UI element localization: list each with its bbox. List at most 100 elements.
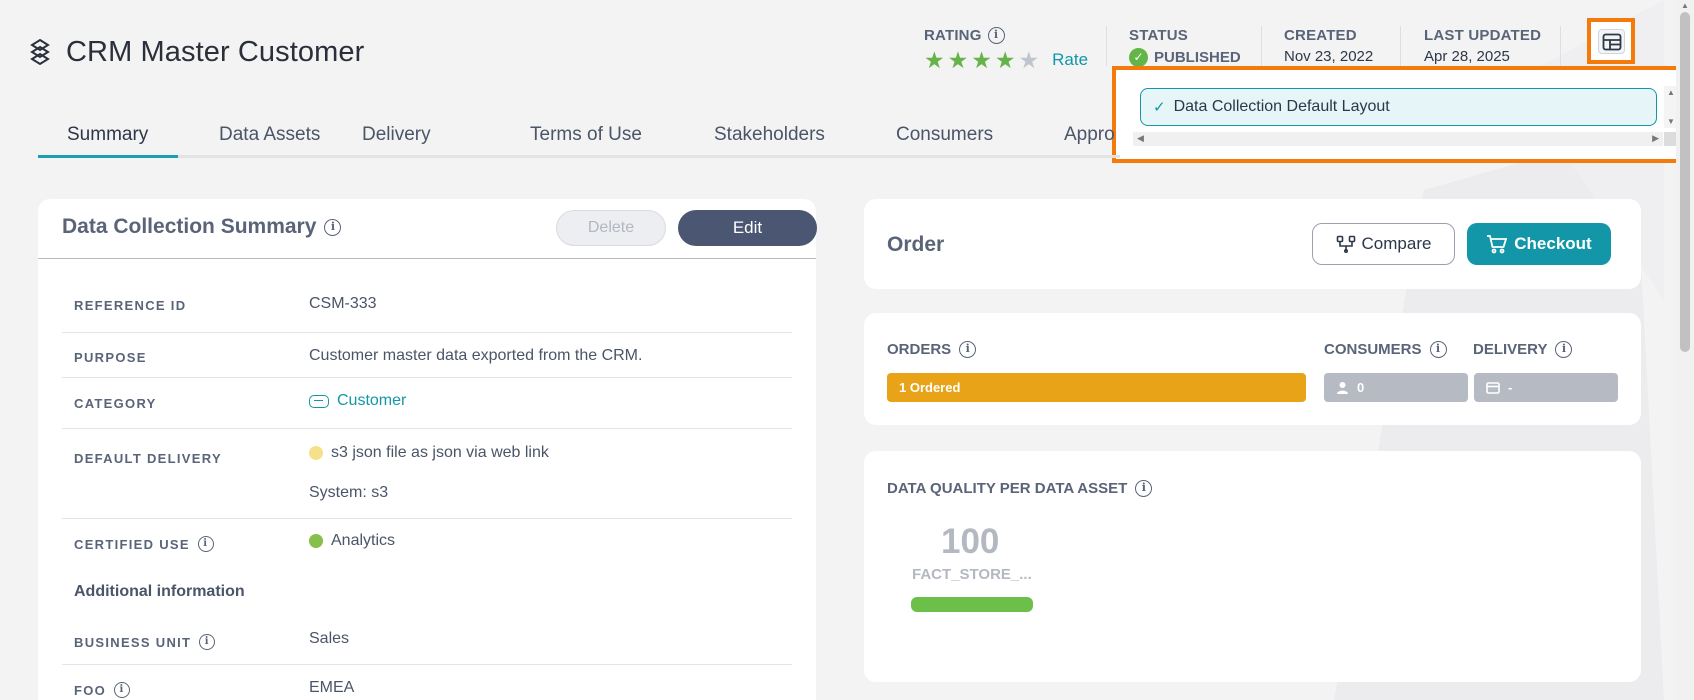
field-foo: FOO i EMEA bbox=[62, 665, 792, 700]
last-updated-label: LAST UPDATED bbox=[1424, 27, 1542, 44]
compare-label: Compare bbox=[1361, 234, 1432, 253]
field-label: FOO bbox=[74, 682, 107, 698]
field-value: EMEA bbox=[309, 679, 355, 696]
tab-terms-of-use[interactable]: Terms of Use bbox=[530, 124, 642, 146]
consumers-bar[interactable]: 0 bbox=[1324, 373, 1468, 402]
tab-bar: Summary Data Assets Delivery Terms of Us… bbox=[38, 108, 1120, 158]
field-value: CSM-333 bbox=[309, 295, 377, 312]
compare-icon bbox=[1336, 235, 1355, 253]
delivery-status-dot bbox=[309, 446, 323, 460]
additional-information-heading: Additional information bbox=[74, 583, 245, 600]
order-title: Order bbox=[887, 233, 945, 256]
layout-option[interactable]: ✓ Data Collection Default Layout bbox=[1140, 88, 1657, 126]
delivery-info-icon[interactable]: i bbox=[1555, 341, 1573, 358]
data-quality-card: DATA QUALITY PER DATA ASSET i 100 FACT_S… bbox=[864, 451, 1641, 682]
field-value: Sales bbox=[309, 630, 350, 647]
active-tab-indicator bbox=[38, 155, 178, 158]
field-value: s3 json file as json via web link bbox=[331, 444, 549, 461]
layers-logo-icon bbox=[30, 38, 50, 66]
divider bbox=[1261, 26, 1262, 66]
check-circle-icon: ✓ bbox=[1129, 48, 1148, 67]
tab-delivery[interactable]: Delivery bbox=[362, 124, 431, 146]
business-unit-info-icon[interactable]: i bbox=[199, 634, 216, 650]
order-card: Order Compare Checkout bbox=[864, 199, 1641, 289]
last-updated-block: LAST UPDATED Apr 28, 2025 bbox=[1424, 27, 1541, 65]
certified-use-info-icon[interactable]: i bbox=[197, 536, 214, 552]
divider bbox=[1560, 26, 1561, 66]
cart-icon bbox=[1487, 235, 1508, 254]
summary-info-icon[interactable]: i bbox=[324, 218, 342, 236]
tag-icon bbox=[309, 394, 329, 408]
checkout-button[interactable]: Checkout bbox=[1467, 223, 1611, 265]
field-label: PURPOSE bbox=[74, 350, 147, 365]
layout-button-highlight bbox=[1587, 18, 1635, 64]
field-value: Analytics bbox=[331, 532, 396, 549]
layout-button[interactable] bbox=[1598, 29, 1625, 54]
divider bbox=[1400, 26, 1401, 66]
orders-info-icon[interactable]: i bbox=[959, 341, 977, 358]
field-purpose: PURPOSE Customer master data exported fr… bbox=[62, 333, 792, 378]
consumers-info-icon[interactable]: i bbox=[1429, 341, 1447, 358]
rate-link[interactable]: Rate bbox=[1052, 50, 1088, 70]
star-icon[interactable]: ★ bbox=[995, 49, 1016, 72]
star-empty-icon[interactable]: ★ bbox=[1019, 49, 1040, 72]
tab-summary[interactable]: Summary bbox=[67, 124, 148, 146]
field-default-delivery: DEFAULT DELIVERY s3 json file as json vi… bbox=[62, 429, 792, 519]
delivery-label: DELIVERY bbox=[1473, 341, 1548, 358]
created-value: Nov 23, 2022 bbox=[1284, 48, 1374, 65]
delete-button[interactable]: Delete bbox=[556, 210, 666, 246]
orders-bar[interactable]: 1 Ordered bbox=[887, 373, 1306, 402]
orders-label: ORDERS bbox=[887, 341, 952, 358]
compare-button[interactable]: Compare bbox=[1312, 223, 1455, 265]
checkout-label: Checkout bbox=[1514, 234, 1592, 253]
divider bbox=[1106, 26, 1107, 66]
order-stats-card: ORDERS i CONSUMERS i DELIVERY i 1 Ordere… bbox=[864, 313, 1641, 425]
tab-consumers[interactable]: Consumers bbox=[896, 124, 993, 146]
data-quality-title: DATA QUALITY PER DATA ASSET bbox=[887, 480, 1128, 497]
dropdown-horizontal-scrollbar[interactable]: ◀ ▶ bbox=[1133, 132, 1663, 146]
field-label: DEFAULT DELIVERY bbox=[74, 451, 222, 466]
delivery-value: - bbox=[1508, 380, 1513, 395]
star-icon[interactable]: ★ bbox=[924, 49, 945, 72]
rating-stars[interactable]: ★ ★ ★ ★ ★ Rate bbox=[924, 49, 1088, 72]
field-business-unit: BUSINESS UNIT i Sales bbox=[62, 613, 792, 665]
orders-bar-text: 1 Ordered bbox=[899, 380, 961, 395]
delivery-system: System: s3 bbox=[309, 484, 389, 501]
calendar-icon bbox=[1486, 382, 1500, 394]
layout-dropdown-list[interactable]: ✓ Data Collection Default Layout ▲ ▼ ◀ ▶ bbox=[1123, 76, 1680, 156]
field-label: BUSINESS UNIT bbox=[74, 634, 192, 650]
edit-button[interactable]: Edit bbox=[678, 210, 817, 246]
rating-info-icon[interactable]: i bbox=[987, 27, 1005, 44]
data-quality-score: 100 bbox=[941, 522, 1000, 561]
field-label: CERTIFIED USE bbox=[74, 536, 190, 552]
user-icon bbox=[1337, 382, 1348, 394]
layout-option-label: Data Collection Default Layout bbox=[1173, 98, 1390, 115]
field-reference-id: REFERENCE ID CSM-333 bbox=[62, 275, 792, 333]
tab-stakeholders[interactable]: Stakeholders bbox=[714, 124, 825, 146]
scrollbar-thumb[interactable] bbox=[1680, 12, 1690, 352]
data-quality-bar bbox=[911, 597, 1033, 612]
data-quality-info-icon[interactable]: i bbox=[1135, 480, 1153, 497]
created-label: CREATED bbox=[1284, 27, 1357, 44]
status-block: STATUS ✓ PUBLISHED bbox=[1129, 27, 1241, 67]
category-link[interactable]: Customer bbox=[337, 392, 406, 410]
summary-card-header: Data Collection Summary i Delete Edit bbox=[38, 199, 817, 259]
data-collection-summary-card: Data Collection Summary i Delete Edit RE… bbox=[38, 199, 817, 700]
field-label: CATEGORY bbox=[74, 396, 157, 411]
field-label: REFERENCE ID bbox=[74, 298, 187, 313]
tab-approvals[interactable]: Appro bbox=[1064, 124, 1115, 146]
tab-data-assets[interactable]: Data Assets bbox=[219, 124, 320, 146]
foo-info-icon[interactable]: i bbox=[114, 682, 131, 698]
delivery-bar[interactable]: - bbox=[1474, 373, 1618, 402]
data-asset-name[interactable]: FACT_STORE_... bbox=[912, 566, 1032, 583]
star-icon[interactable]: ★ bbox=[948, 49, 969, 72]
star-icon[interactable]: ★ bbox=[971, 49, 992, 72]
page-scrollbar[interactable]: ▲ bbox=[1676, 0, 1694, 700]
status-label: STATUS bbox=[1129, 27, 1188, 44]
layout-grid-icon bbox=[1602, 33, 1621, 50]
rating-block: RATING i ★ ★ ★ ★ ★ Rate bbox=[924, 27, 1088, 72]
consumers-label: CONSUMERS bbox=[1324, 341, 1422, 358]
rating-label: RATING bbox=[924, 27, 982, 44]
page-title: CRM Master Customer bbox=[66, 36, 365, 68]
field-category: CATEGORY Customer bbox=[62, 378, 792, 429]
